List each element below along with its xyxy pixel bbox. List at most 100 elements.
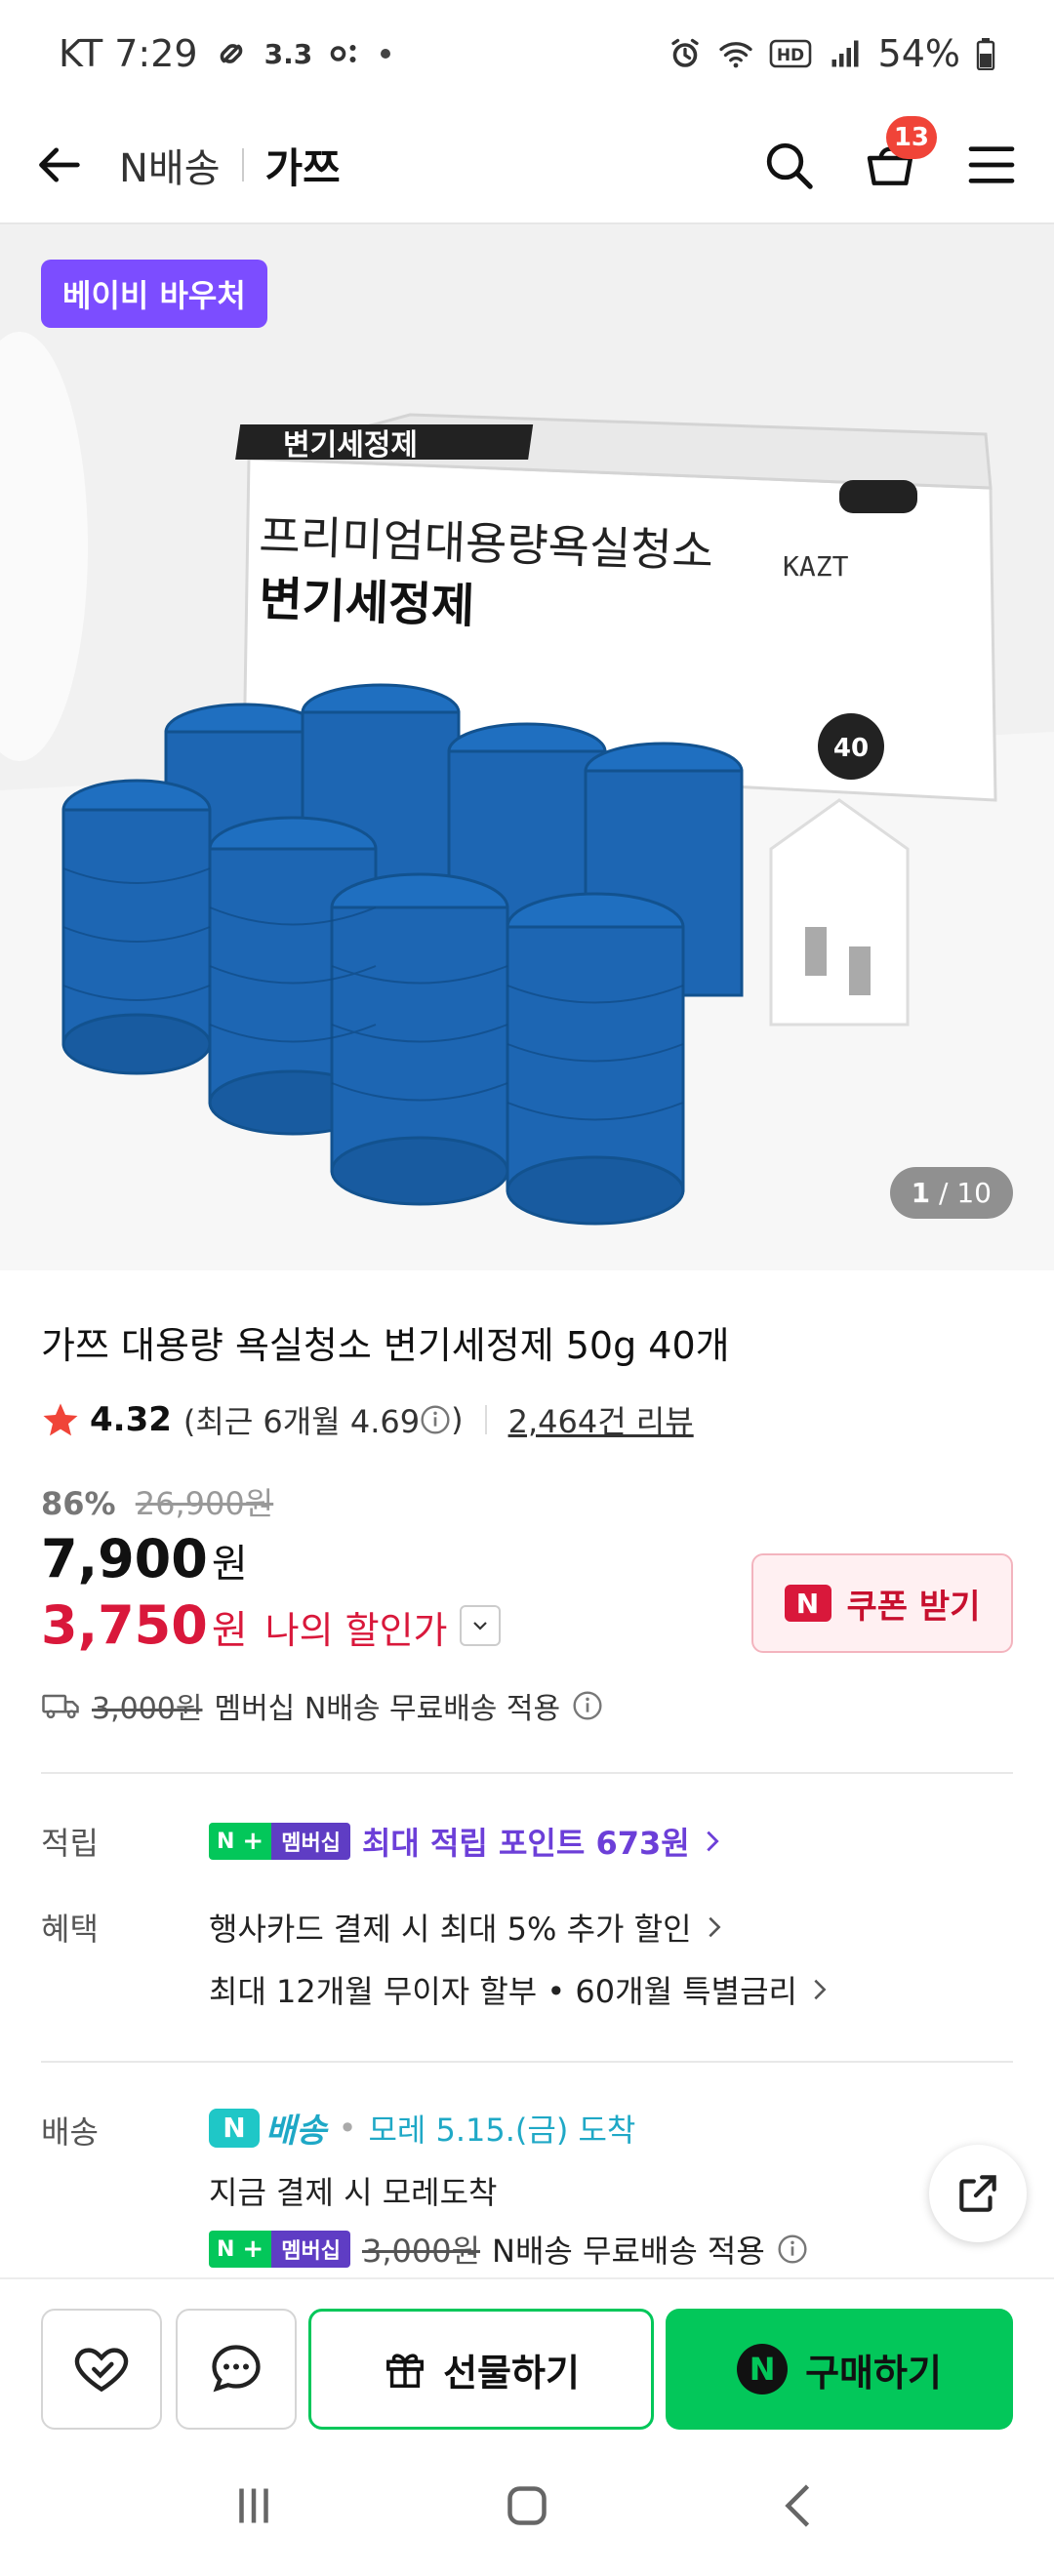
rating-score: 4.32: [90, 1400, 172, 1439]
my-discount-price: 3,750: [41, 1594, 208, 1656]
sale-price-row: 7,900 원: [41, 1528, 248, 1590]
top-nav: N배송 가쯔 13: [0, 107, 1054, 224]
buy-button[interactable]: N 구매하기: [666, 2309, 1013, 2430]
nav-actions: 13: [761, 116, 1019, 192]
rating-divider: [484, 1405, 487, 1434]
breadcrumb-n-delivery[interactable]: N배송: [119, 137, 221, 193]
svg-text:KAZT: KAZT: [783, 550, 849, 583]
benefit-card-discount[interactable]: 행사카드 결제 시 최대 5% 추가 할인: [209, 1905, 725, 1950]
menu-icon[interactable]: [964, 138, 1019, 192]
delivery-fee-note: N배송 무료배송 적용: [492, 2233, 765, 2270]
np-plus: +: [242, 1823, 272, 1860]
coupon-button[interactable]: N 쿠폰 받기: [751, 1553, 1013, 1653]
section-divider: [41, 2061, 1013, 2063]
home-icon[interactable]: [498, 2476, 556, 2535]
recents-icon[interactable]: [224, 2476, 283, 2535]
delivery-line-2: 지금 결제 시 모레도착: [209, 2168, 497, 2213]
naver-plus-membership-badge: N + 멤버십: [209, 1823, 350, 1860]
delivery-arrival-note: 지금 결제 시 모레도착: [209, 2174, 498, 2211]
breadcrumb-separator: [241, 148, 244, 181]
naver-coupon-icon: N: [784, 1585, 831, 1622]
np-n: N: [209, 2231, 243, 2268]
back-arrow-icon[interactable]: [35, 140, 86, 190]
delivery-row: N 배송 • 모레 5.15.(금) 도착: [209, 2104, 635, 2152]
shipping-fee-original: 3,000원: [92, 1692, 203, 1726]
info-icon[interactable]: [572, 1690, 603, 1721]
shipping-note: 3,000원 멤버십 N배송 무료배송 적용: [41, 1684, 603, 1727]
reviews-link[interactable]: 2,464건 리뷰: [508, 1397, 694, 1442]
star-icon: [43, 1403, 78, 1436]
wifi-icon: [718, 42, 752, 68]
status-bar: KT 7:29 3.3 HD 54%: [0, 0, 1054, 107]
sale-price: 7,900: [41, 1528, 208, 1590]
chevron-right-icon: [707, 1831, 719, 1852]
delivery-label: 배송: [41, 2113, 99, 2151]
wishlist-button[interactable]: [41, 2309, 162, 2430]
info-icon[interactable]: [420, 1404, 451, 1435]
info-icon[interactable]: [777, 2234, 808, 2265]
svg-text:40: 40: [833, 734, 869, 763]
naver-plus-membership-badge: N + 멤버십: [209, 2231, 350, 2268]
image-counter: 1 / 10: [889, 1167, 1013, 1219]
cart-button[interactable]: 13: [863, 116, 937, 192]
gift-label: 선물하기: [443, 2351, 580, 2395]
image-counter-current: 1: [911, 1177, 931, 1209]
chat-icon: [212, 2345, 261, 2393]
search-icon[interactable]: [761, 138, 816, 192]
delivery-membership-row: N + 멤버십 3,000원 N배송 무료배송 적용: [209, 2227, 808, 2272]
status-left: KT 7:29 3.3: [59, 32, 392, 75]
n-delivery-icon: N: [209, 2108, 260, 2148]
n-delivery-tag: N 배송: [209, 2104, 327, 2152]
buy-label: 구매하기: [805, 2351, 942, 2395]
delivery-fee-original: 3,000원: [361, 2233, 481, 2270]
bottom-action-bar: 선물하기 N 구매하기: [0, 2277, 1054, 2435]
battery-percent: 54%: [877, 32, 960, 75]
n-delivery-text: 배송: [265, 2112, 327, 2151]
np-member: 멤버십: [271, 1823, 350, 1860]
svg-text:변기세정제: 변기세정제: [283, 428, 418, 463]
chat-button[interactable]: [176, 2309, 297, 2430]
points-row[interactable]: N + 멤버십 최대 적립 포인트 673원: [209, 1819, 723, 1864]
product-photo: 변기세정제 프리미엄대용량욕실청소 변기세정제 KAZT 40: [0, 224, 1054, 1270]
signal-icon: [831, 40, 859, 67]
chevron-down-icon[interactable]: [459, 1604, 501, 1646]
gift-button[interactable]: 선물하기: [308, 2309, 654, 2430]
coupon-label: 쿠폰 받기: [846, 1587, 981, 1627]
image-counter-total: / 10: [930, 1177, 992, 1209]
np-n: N: [209, 1823, 243, 1860]
benefit-line-1: 행사카드 결제 시 최대 5% 추가 할인: [209, 1911, 692, 1948]
dot-separator: •: [338, 2109, 357, 2147]
settings-dots-icon: [330, 45, 356, 62]
recent-rating: (최근 6개월 4.69: [182, 1403, 421, 1440]
status-right: HD 54%: [668, 32, 995, 75]
rating-row: 4.32 (최근 6개월 4.69 ) 2,464건 리뷰: [41, 1397, 694, 1442]
section-divider: [41, 1772, 1013, 1774]
store-name[interactable]: 가쯔: [265, 136, 341, 195]
discount-rate: 86%: [41, 1485, 116, 1522]
recent-rating-close: ): [451, 1401, 464, 1438]
heart-icon: [74, 2348, 129, 2393]
carrier-time: KT 7:29: [59, 32, 198, 75]
original-price: 26,900원: [135, 1485, 274, 1522]
back-icon[interactable]: [771, 2476, 830, 2535]
my-discount-label: 나의 할인가: [264, 1609, 448, 1652]
benefits-label: 혜택: [41, 1911, 99, 1948]
product-title: 가쯔 대용량 욕실청소 변기세정제 50g 40개: [41, 1324, 730, 1367]
svg-text:HD: HD: [776, 46, 803, 65]
chevron-right-icon: [814, 1979, 827, 2000]
chevron-right-icon: [708, 1916, 721, 1938]
my-price-row[interactable]: 3,750 원 나의 할인가: [41, 1594, 501, 1656]
np-plus: +: [242, 2231, 272, 2268]
alarm-icon: [670, 38, 699, 67]
truck-icon: [42, 1694, 79, 1719]
share-button[interactable]: [929, 2145, 1027, 2242]
voucher-badge: 베이비 바우처: [41, 260, 267, 328]
points-label: 적립: [41, 1825, 99, 1862]
product-image-carousel[interactable]: 변기세정제 프리미엄대용량욕실청소 변기세정제 KAZT 40 베이비 바우처 …: [0, 224, 1054, 1270]
benefit-installment[interactable]: 최대 12개월 무이자 할부 • 60개월 특별금리: [209, 1967, 831, 2012]
hd-icon: HD: [769, 39, 811, 68]
gift-icon: [386, 2354, 425, 2388]
speed-indicator: 3.3: [264, 37, 313, 70]
np-member: 멤버십: [271, 2231, 350, 2268]
share-icon: [959, 2175, 996, 2212]
